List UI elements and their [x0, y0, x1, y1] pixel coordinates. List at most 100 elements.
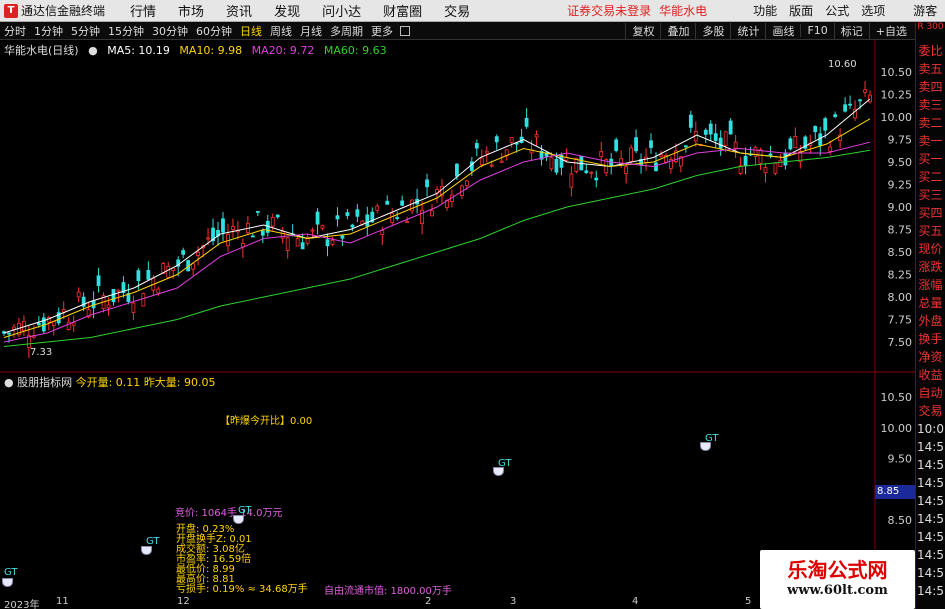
y-tick-label: 8.25 — [888, 269, 913, 282]
candle-body — [166, 265, 171, 278]
candle-body — [106, 304, 111, 309]
y-tick-label: 10.00 — [881, 111, 913, 124]
menu-gongneng[interactable]: 功能 — [747, 2, 783, 19]
period-daily[interactable]: 日线 — [236, 23, 266, 39]
panel-item[interactable]: 14:5 — [916, 492, 945, 510]
menu-banmian[interactable]: 版面 — [783, 2, 819, 19]
menu-bar: T 通达信金融终端 行情 市场 资讯 发现 问小达 财富圈 交易 证券交易未登录… — [0, 0, 945, 22]
candle-body — [350, 224, 355, 228]
panel-item[interactable]: 净资 — [916, 348, 945, 366]
candle-body — [270, 216, 275, 227]
period-5min[interactable]: 5分钟 — [67, 23, 104, 39]
btn-zixuan[interactable]: +自选 — [868, 22, 913, 39]
panel-item[interactable]: 涨跌 — [916, 258, 945, 276]
settings-circle-icon[interactable]: ● — [88, 44, 98, 57]
panel-item[interactable]: 买三 — [916, 186, 945, 204]
panel-item[interactable]: 买一 — [916, 150, 945, 168]
btn-duogu[interactable]: 多股 — [695, 22, 730, 39]
panel-item[interactable]: 换手 — [916, 330, 945, 348]
period-15min[interactable]: 15分钟 — [104, 23, 148, 39]
btn-f10[interactable]: F10 — [800, 24, 833, 37]
y-tick-label: 8.75 — [888, 224, 913, 237]
candle-body — [36, 322, 41, 326]
panel-item[interactable]: 买四 — [916, 204, 945, 222]
candle-body — [395, 217, 400, 219]
panel-item[interactable]: 卖三 — [916, 96, 945, 114]
candle-body — [61, 309, 66, 313]
panel-item[interactable]: 买二 — [916, 168, 945, 186]
panel-item[interactable]: 买五 — [916, 222, 945, 240]
sub-chart-legend: ● 股朋指标网 今开量: 0.11 昨大量: 90.05 — [4, 374, 216, 390]
period-1min[interactable]: 1分钟 — [30, 23, 67, 39]
yesterday-max-volume: 昨大量: 90.05 — [143, 376, 216, 389]
candle-body — [300, 242, 305, 250]
candle-body — [629, 147, 634, 162]
panel-item[interactable]: 14:5 — [916, 546, 945, 564]
panel-item[interactable]: 委比 — [916, 42, 945, 60]
candle-body — [71, 322, 76, 326]
btn-diejia[interactable]: 叠加 — [660, 22, 695, 39]
panel-item[interactable]: 14:5 — [916, 564, 945, 582]
menu-wenxiaoda[interactable]: 问小达 — [311, 1, 372, 20]
panel-item[interactable]: 卖四 — [916, 78, 945, 96]
ma60-label: MA60: 9.63 — [323, 44, 387, 57]
period-multi[interactable]: 多周期 — [326, 23, 367, 39]
panel-item[interactable]: 总量 — [916, 294, 945, 312]
menu-gongshi[interactable]: 公式 — [819, 2, 855, 19]
panel-item[interactable]: 14:5 — [916, 438, 945, 456]
menu-faxian[interactable]: 发现 — [263, 1, 311, 20]
panel-item[interactable]: 卖一 — [916, 132, 945, 150]
period-monthly[interactable]: 月线 — [296, 23, 326, 39]
panel-item[interactable]: 14:5 — [916, 510, 945, 528]
period-60min[interactable]: 60分钟 — [192, 23, 236, 39]
kline-chart[interactable]: 10.50 10.25 10.00 9.75 9.50 9.25 9.00 8.75 8.50 8… — [0, 40, 915, 609]
candle-body — [191, 263, 196, 270]
panel-item[interactable]: 现价 — [916, 240, 945, 258]
period-fenshi[interactable]: 分时 — [0, 23, 30, 39]
candle-body — [405, 221, 410, 224]
candle-body — [221, 218, 225, 233]
indicator-settings-icon[interactable]: ● — [4, 376, 14, 389]
menu-caifuquan[interactable]: 财富圈 — [372, 1, 433, 20]
candle-body — [624, 166, 629, 174]
menu-xuanxiang[interactable]: 选项 — [855, 2, 891, 19]
candle-body — [584, 170, 589, 174]
panel-item[interactable]: 涨幅 — [916, 276, 945, 294]
panel-item[interactable]: 外盘 — [916, 312, 945, 330]
menu-shichang[interactable]: 市场 — [167, 1, 215, 20]
panel-item[interactable]: 交易 — [916, 402, 945, 420]
menu-jiaoyi[interactable]: 交易 — [433, 1, 481, 20]
today-open-volume: 今开量: 0.11 — [75, 376, 141, 389]
panel-item[interactable]: 10:0 — [916, 420, 945, 438]
panel-item[interactable]: 卖二 — [916, 114, 945, 132]
candle-body — [828, 146, 833, 152]
candle-body — [474, 143, 479, 149]
current-price-tag: 8.85 — [875, 485, 915, 499]
btn-tongji[interactable]: 统计 — [730, 22, 765, 39]
period-more[interactable]: 更多 — [367, 23, 397, 39]
btn-huaxian[interactable]: 画线 — [765, 22, 800, 39]
period-30min[interactable]: 30分钟 — [148, 23, 192, 39]
trade-login-warning[interactable]: 证券交易未登录 — [567, 2, 651, 19]
panel-item[interactable]: 收益 — [916, 366, 945, 384]
menu-hangqing[interactable]: 行情 — [119, 1, 167, 20]
panel-item[interactable]: 14:5 — [916, 474, 945, 492]
candle-body — [843, 104, 848, 112]
btn-biaoji[interactable]: 标记 — [833, 22, 869, 39]
candle-body — [355, 209, 360, 217]
panel-item[interactable]: 14:5 — [916, 456, 945, 474]
btn-fuquan[interactable]: 复权 — [625, 22, 660, 39]
y-tick-label: 9.25 — [888, 179, 913, 192]
panel-item[interactable]: 14:5 — [916, 582, 945, 600]
cup-icon — [2, 578, 13, 587]
period-weekly[interactable]: 周线 — [266, 23, 296, 39]
menu-zixun[interactable]: 资讯 — [215, 1, 263, 20]
layout-icon[interactable] — [400, 25, 410, 36]
panel-item[interactable]: 自动 — [916, 384, 945, 402]
panel-item[interactable]: 14:5 — [916, 528, 945, 546]
panel-corner[interactable]: R 300 — [916, 22, 945, 42]
guest-user[interactable]: 游客 — [913, 2, 937, 19]
candle-body — [599, 151, 604, 158]
candle-body — [375, 205, 380, 211]
panel-item[interactable]: 卖五 — [916, 60, 945, 78]
